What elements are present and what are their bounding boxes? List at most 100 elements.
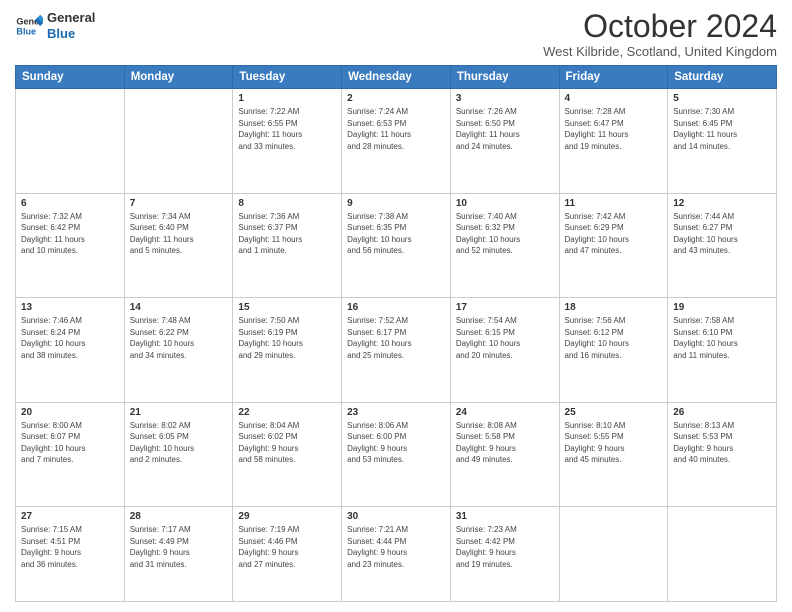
table-row: 15 Sunrise: 7:50 AM Sunset: 6:19 PM Dayli… — [233, 298, 342, 403]
day-number: 22 — [238, 407, 336, 418]
table-row: 26Sunrise: 8:13 AM Sunset: 5:53 PM Dayli… — [668, 402, 777, 507]
day-number: 16 — [347, 302, 445, 313]
day-info: Sunrise: 8:04 AM Sunset: 6:02 PM Dayligh… — [238, 420, 336, 466]
day-number: 30 — [347, 511, 445, 522]
table-row: 31 Sunrise: 7:23 AM Sunset: 4:42 PM Dayli… — [450, 507, 559, 602]
table-row: 12 Sunrise: 7:44 AM Sunset: 6:27 PM Dayli… — [668, 193, 777, 298]
day-info: Sunrise: 7:50 AM Sunset: 6:19 PM Dayligh… — [238, 315, 336, 361]
day-number: 10 — [456, 198, 554, 209]
day-info: Sunrise: 7:52 AM Sunset: 6:17 PM Dayligh… — [347, 315, 445, 361]
table-row — [124, 89, 233, 194]
table-row: 28Sunrise: 7:17 AM Sunset: 4:49 PM Dayli… — [124, 507, 233, 602]
day-info: Sunrise: 7:26 AM Sunset: 6:50 PM Dayligh… — [456, 106, 554, 152]
col-wednesday: Wednesday — [342, 66, 451, 89]
day-info: Sunrise: 7:44 AM Sunset: 6:27 PM Dayligh… — [673, 211, 771, 257]
table-row — [668, 507, 777, 602]
day-info: Sunrise: 8:02 AM Sunset: 6:05 PM Dayligh… — [130, 420, 228, 466]
day-info: Sunrise: 7:34 AM Sunset: 6:40 PM Dayligh… — [130, 211, 228, 257]
table-row: 13Sunrise: 7:46 AM Sunset: 6:24 PM Dayli… — [16, 298, 125, 403]
calendar-week-row: 13Sunrise: 7:46 AM Sunset: 6:24 PM Dayli… — [16, 298, 777, 403]
day-info: Sunrise: 7:15 AM Sunset: 4:51 PM Dayligh… — [21, 524, 119, 570]
day-info: Sunrise: 7:54 AM Sunset: 6:15 PM Dayligh… — [456, 315, 554, 361]
table-row: 4 Sunrise: 7:28 AM Sunset: 6:47 PM Daylig… — [559, 89, 668, 194]
day-number: 23 — [347, 407, 445, 418]
day-info: Sunrise: 7:28 AM Sunset: 6:47 PM Dayligh… — [565, 106, 663, 152]
day-info: Sunrise: 7:42 AM Sunset: 6:29 PM Dayligh… — [565, 211, 663, 257]
table-row: 6Sunrise: 7:32 AM Sunset: 6:42 PM Daylig… — [16, 193, 125, 298]
calendar-header-row: Sunday Monday Tuesday Wednesday Thursday… — [16, 66, 777, 89]
table-row: 23 Sunrise: 8:06 AM Sunset: 6:00 PM Dayli… — [342, 402, 451, 507]
day-number: 15 — [238, 302, 336, 313]
day-info: Sunrise: 8:06 AM Sunset: 6:00 PM Dayligh… — [347, 420, 445, 466]
table-row: 27 Sunrise: 7:15 AM Sunset: 4:51 PM Dayli… — [16, 507, 125, 602]
table-row: 24Sunrise: 8:08 AM Sunset: 5:58 PM Dayli… — [450, 402, 559, 507]
table-row — [16, 89, 125, 194]
day-number: 7 — [130, 198, 228, 209]
day-number: 25 — [565, 407, 663, 418]
col-thursday: Thursday — [450, 66, 559, 89]
table-row: 19 Sunrise: 7:58 AM Sunset: 6:10 PM Dayli… — [668, 298, 777, 403]
day-number: 3 — [456, 93, 554, 104]
logo: General Blue General Blue — [15, 10, 95, 41]
table-row: 11 Sunrise: 7:42 AM Sunset: 6:29 PM Dayli… — [559, 193, 668, 298]
table-row: 7 Sunrise: 7:34 AM Sunset: 6:40 PM Daylig… — [124, 193, 233, 298]
calendar-week-row: 1Sunrise: 7:22 AM Sunset: 6:55 PM Daylig… — [16, 89, 777, 194]
day-info: Sunrise: 7:58 AM Sunset: 6:10 PM Dayligh… — [673, 315, 771, 361]
day-number: 4 — [565, 93, 663, 104]
table-row: 1Sunrise: 7:22 AM Sunset: 6:55 PM Daylig… — [233, 89, 342, 194]
header: General Blue General Blue October 2024 W… — [15, 10, 777, 59]
table-row — [559, 507, 668, 602]
day-info: Sunrise: 7:21 AM Sunset: 4:44 PM Dayligh… — [347, 524, 445, 570]
table-row: 25Sunrise: 8:10 AM Sunset: 5:55 PM Dayli… — [559, 402, 668, 507]
day-info: Sunrise: 7:48 AM Sunset: 6:22 PM Dayligh… — [130, 315, 228, 361]
col-friday: Friday — [559, 66, 668, 89]
logo-icon: General Blue — [15, 12, 43, 40]
day-number: 20 — [21, 407, 119, 418]
col-tuesday: Tuesday — [233, 66, 342, 89]
day-number: 21 — [130, 407, 228, 418]
col-saturday: Saturday — [668, 66, 777, 89]
table-row: 8Sunrise: 7:36 AM Sunset: 6:37 PM Daylig… — [233, 193, 342, 298]
table-row: 21 Sunrise: 8:02 AM Sunset: 6:05 PM Dayli… — [124, 402, 233, 507]
day-number: 11 — [565, 198, 663, 209]
day-number: 28 — [130, 511, 228, 522]
page: General Blue General Blue October 2024 W… — [0, 0, 792, 612]
table-row: 3 Sunrise: 7:26 AM Sunset: 6:50 PM Daylig… — [450, 89, 559, 194]
day-number: 27 — [21, 511, 119, 522]
day-number: 17 — [456, 302, 554, 313]
day-info: Sunrise: 7:30 AM Sunset: 6:45 PM Dayligh… — [673, 106, 771, 152]
day-info: Sunrise: 7:56 AM Sunset: 6:12 PM Dayligh… — [565, 315, 663, 361]
day-info: Sunrise: 7:46 AM Sunset: 6:24 PM Dayligh… — [21, 315, 119, 361]
day-number: 12 — [673, 198, 771, 209]
table-row: 17 Sunrise: 7:54 AM Sunset: 6:15 PM Dayli… — [450, 298, 559, 403]
day-number: 31 — [456, 511, 554, 522]
table-row: 14 Sunrise: 7:48 AM Sunset: 6:22 PM Dayli… — [124, 298, 233, 403]
day-number: 26 — [673, 407, 771, 418]
calendar-week-row: 20Sunrise: 8:00 AM Sunset: 6:07 PM Dayli… — [16, 402, 777, 507]
table-row: 9Sunrise: 7:38 AM Sunset: 6:35 PM Daylig… — [342, 193, 451, 298]
day-number: 14 — [130, 302, 228, 313]
day-number: 1 — [238, 93, 336, 104]
calendar: Sunday Monday Tuesday Wednesday Thursday… — [15, 65, 777, 602]
col-sunday: Sunday — [16, 66, 125, 89]
day-number: 24 — [456, 407, 554, 418]
col-monday: Monday — [124, 66, 233, 89]
month-title: October 2024 — [543, 10, 777, 42]
day-number: 18 — [565, 302, 663, 313]
table-row: 20Sunrise: 8:00 AM Sunset: 6:07 PM Dayli… — [16, 402, 125, 507]
day-number: 8 — [238, 198, 336, 209]
table-row: 22 Sunrise: 8:04 AM Sunset: 6:02 PM Dayli… — [233, 402, 342, 507]
day-info: Sunrise: 7:32 AM Sunset: 6:42 PM Dayligh… — [21, 211, 119, 257]
day-info: Sunrise: 7:40 AM Sunset: 6:32 PM Dayligh… — [456, 211, 554, 257]
day-info: Sunrise: 7:24 AM Sunset: 6:53 PM Dayligh… — [347, 106, 445, 152]
table-row: 16 Sunrise: 7:52 AM Sunset: 6:17 PM Dayli… — [342, 298, 451, 403]
day-number: 19 — [673, 302, 771, 313]
table-row: 5Sunrise: 7:30 AM Sunset: 6:45 PM Daylig… — [668, 89, 777, 194]
location: West Kilbride, Scotland, United Kingdom — [543, 44, 777, 59]
logo-line2: Blue — [47, 26, 95, 42]
day-info: Sunrise: 7:23 AM Sunset: 4:42 PM Dayligh… — [456, 524, 554, 570]
table-row: 18 Sunrise: 7:56 AM Sunset: 6:12 PM Dayli… — [559, 298, 668, 403]
day-info: Sunrise: 7:19 AM Sunset: 4:46 PM Dayligh… — [238, 524, 336, 570]
table-row: 10 Sunrise: 7:40 AM Sunset: 6:32 PM Dayli… — [450, 193, 559, 298]
day-info: Sunrise: 7:38 AM Sunset: 6:35 PM Dayligh… — [347, 211, 445, 257]
